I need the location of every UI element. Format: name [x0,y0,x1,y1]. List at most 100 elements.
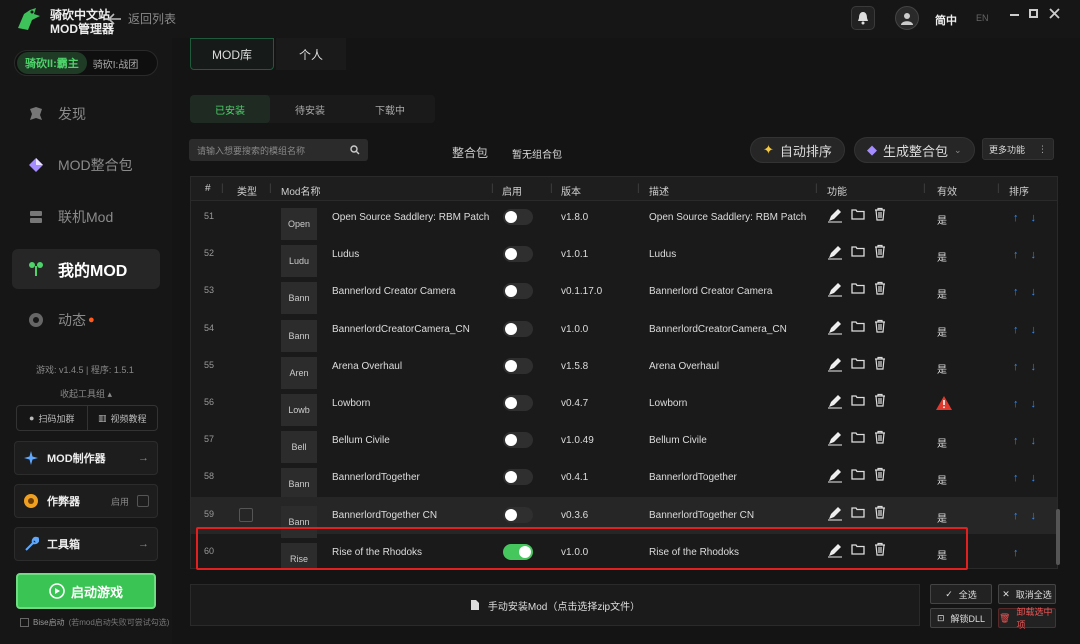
arrow-down-icon[interactable]: ↓ [1031,435,1037,447]
notification-button[interactable] [851,6,875,30]
folder-icon[interactable] [851,207,865,221]
enable-toggle[interactable] [503,320,533,337]
enable-toggle[interactable] [503,395,533,411]
game-option-warband[interactable]: 骑砍I:战团 [87,56,139,71]
cheat-checkbox[interactable] [137,495,149,507]
enable-toggle[interactable] [503,432,533,449]
more-functions-button[interactable]: 更多功能 ⋮ [982,138,1054,160]
trash-icon[interactable] [873,319,887,333]
lang-en[interactable]: EN [976,13,989,23]
arrow-down-icon[interactable]: ↓ [1031,249,1037,261]
bise-checkbox[interactable] [20,618,29,627]
folder-icon[interactable] [851,281,865,295]
edit-icon[interactable] [827,505,843,521]
enable-toggle[interactable] [503,246,533,263]
folder-icon[interactable] [851,393,865,407]
enable-toggle[interactable] [503,357,533,374]
edit-icon[interactable] [827,356,843,372]
mod-maker-card[interactable]: MOD制作器 → [14,441,158,475]
manual-install-dropzone[interactable]: 手动安装Mod（点击选择zip文件） [190,584,920,626]
trash-icon[interactable] [873,430,887,444]
arrow-up-icon[interactable]: ↑ [1013,398,1019,410]
scrollbar[interactable] [1056,509,1060,565]
bise-option[interactable]: Bise启动 (若mod启动失败可尝试勾选) [20,617,169,628]
game-option-bannerlord[interactable]: 骑砍II:霸主 [17,52,87,74]
subtab-installed[interactable]: 已安装 [190,95,270,123]
game-switch[interactable]: 骑砍II:霸主 骑砍I:战团 [14,50,158,76]
edit-icon[interactable] [827,207,843,223]
folder-icon[interactable] [851,430,865,444]
edit-icon[interactable] [827,319,843,335]
col-version[interactable]: 版本 [561,183,581,198]
table-row[interactable]: 51 Open Open Source Saddlery: RBM Patch v1.… [191,199,1057,240]
folder-icon[interactable] [851,319,865,333]
arrow-up-icon[interactable]: ↑ [1013,212,1019,224]
bundle-select[interactable]: 暂无组合包 [512,146,562,161]
table-row[interactable]: 57 Bell Bellum Civile v1.0.49 Bellum Civile 是… [191,422,1057,464]
arrow-up-icon[interactable]: ↑ [1013,324,1019,336]
generate-bundle-button[interactable]: ◆ 生成整合包 ⌄ [854,137,975,163]
nav-discover[interactable]: 发现 [12,94,160,134]
join-group-button[interactable]: ● 扫码加群 [17,406,87,430]
trash-icon[interactable] [873,356,887,370]
deselect-all-button[interactable]: ✕ 取消全选 [998,584,1056,604]
arrow-up-icon[interactable]: ↑ [1013,472,1019,484]
subtab-downloading[interactable]: 下载中 [350,95,430,123]
unlock-dll-button[interactable]: ⊡ 解锁DLL [930,608,992,628]
start-game-button[interactable]: 启动游戏 [16,573,156,609]
edit-icon[interactable] [827,467,843,483]
collapse-tools[interactable]: 收起工具组 ▴ [60,387,112,400]
lang-zh[interactable]: 简中 [935,12,957,28]
arrow-up-icon[interactable]: ↑ [1013,435,1019,447]
arrow-down-icon[interactable]: ↓ [1031,286,1037,298]
maximize-icon[interactable] [1029,9,1038,18]
warning-icon[interactable] [935,395,953,411]
table-row[interactable]: 56 Lowb Lowborn v0.4.7 Lowborn ↑ ↓ [191,385,1057,426]
enable-toggle[interactable] [503,209,533,225]
trash-icon[interactable] [873,244,887,258]
arrow-up-icon[interactable]: ↑ [1013,510,1019,522]
arrow-up-icon[interactable]: ↑ [1013,361,1019,373]
folder-icon[interactable] [851,244,865,258]
arrow-down-icon[interactable]: ↓ [1031,398,1037,410]
table-row[interactable]: 55 Aren Arena Overhaul v1.5.8 Arena Overhaul… [191,348,1057,389]
trash-icon[interactable] [873,467,887,481]
enable-toggle[interactable] [503,469,533,486]
folder-icon[interactable] [851,356,865,370]
edit-icon[interactable] [827,393,843,409]
arrow-up-icon[interactable]: ↑ [1013,547,1019,559]
toolbox-card[interactable]: 工具箱 → [14,527,158,561]
folder-icon[interactable] [851,467,865,481]
select-all-button[interactable]: ✓ 全选 [930,584,992,604]
nav-my-mod[interactable]: 我的MOD [12,249,160,289]
arrow-up-icon[interactable]: ↑ [1013,286,1019,298]
enable-toggle[interactable] [503,283,533,300]
edit-icon[interactable] [827,430,843,446]
edit-icon[interactable] [827,244,843,260]
arrow-down-icon[interactable]: ↓ [1031,324,1037,336]
back-button[interactable]: 返回列表 [108,10,176,27]
minimize-icon[interactable] [1010,14,1019,16]
folder-icon[interactable] [851,505,865,519]
table-row[interactable]: 53 Bann Bannerlord Creator Camera v0.1.17.0… [191,273,1057,315]
arrow-down-icon[interactable]: ↓ [1031,472,1037,484]
row-checkbox[interactable] [239,507,253,522]
video-tutorial-button[interactable]: ▥ 视频教程 [86,406,158,430]
arrow-up-icon[interactable]: ↑ [1013,249,1019,261]
cheat-card[interactable]: 作弊器 启用 [14,484,158,518]
uninstall-selected-button[interactable]: 🗑 卸载选中项 [998,607,1056,630]
edit-icon[interactable] [827,281,843,297]
table-row[interactable]: 54 Bann BannerlordCreatorCamera_CN v1.0.0 Ba… [191,311,1057,352]
trash-icon[interactable] [873,281,887,295]
tab-personal[interactable]: 个人 [276,38,346,70]
col-name[interactable]: Mod名称 [281,183,320,198]
close-icon[interactable] [1049,8,1060,19]
table-row[interactable]: 52 Ludu Ludus v1.0.1 Ludus 是 ↑ ↓ [191,236,1057,278]
arrow-down-icon[interactable]: ↓ [1031,510,1037,522]
enable-toggle[interactable] [503,506,533,523]
search-input[interactable]: 请输入想要搜索的模组名称 [189,139,368,161]
avatar[interactable] [895,6,919,30]
trash-icon[interactable] [873,393,887,407]
arrow-down-icon[interactable]: ↓ [1031,212,1037,224]
arrow-down-icon[interactable]: ↓ [1031,361,1037,373]
